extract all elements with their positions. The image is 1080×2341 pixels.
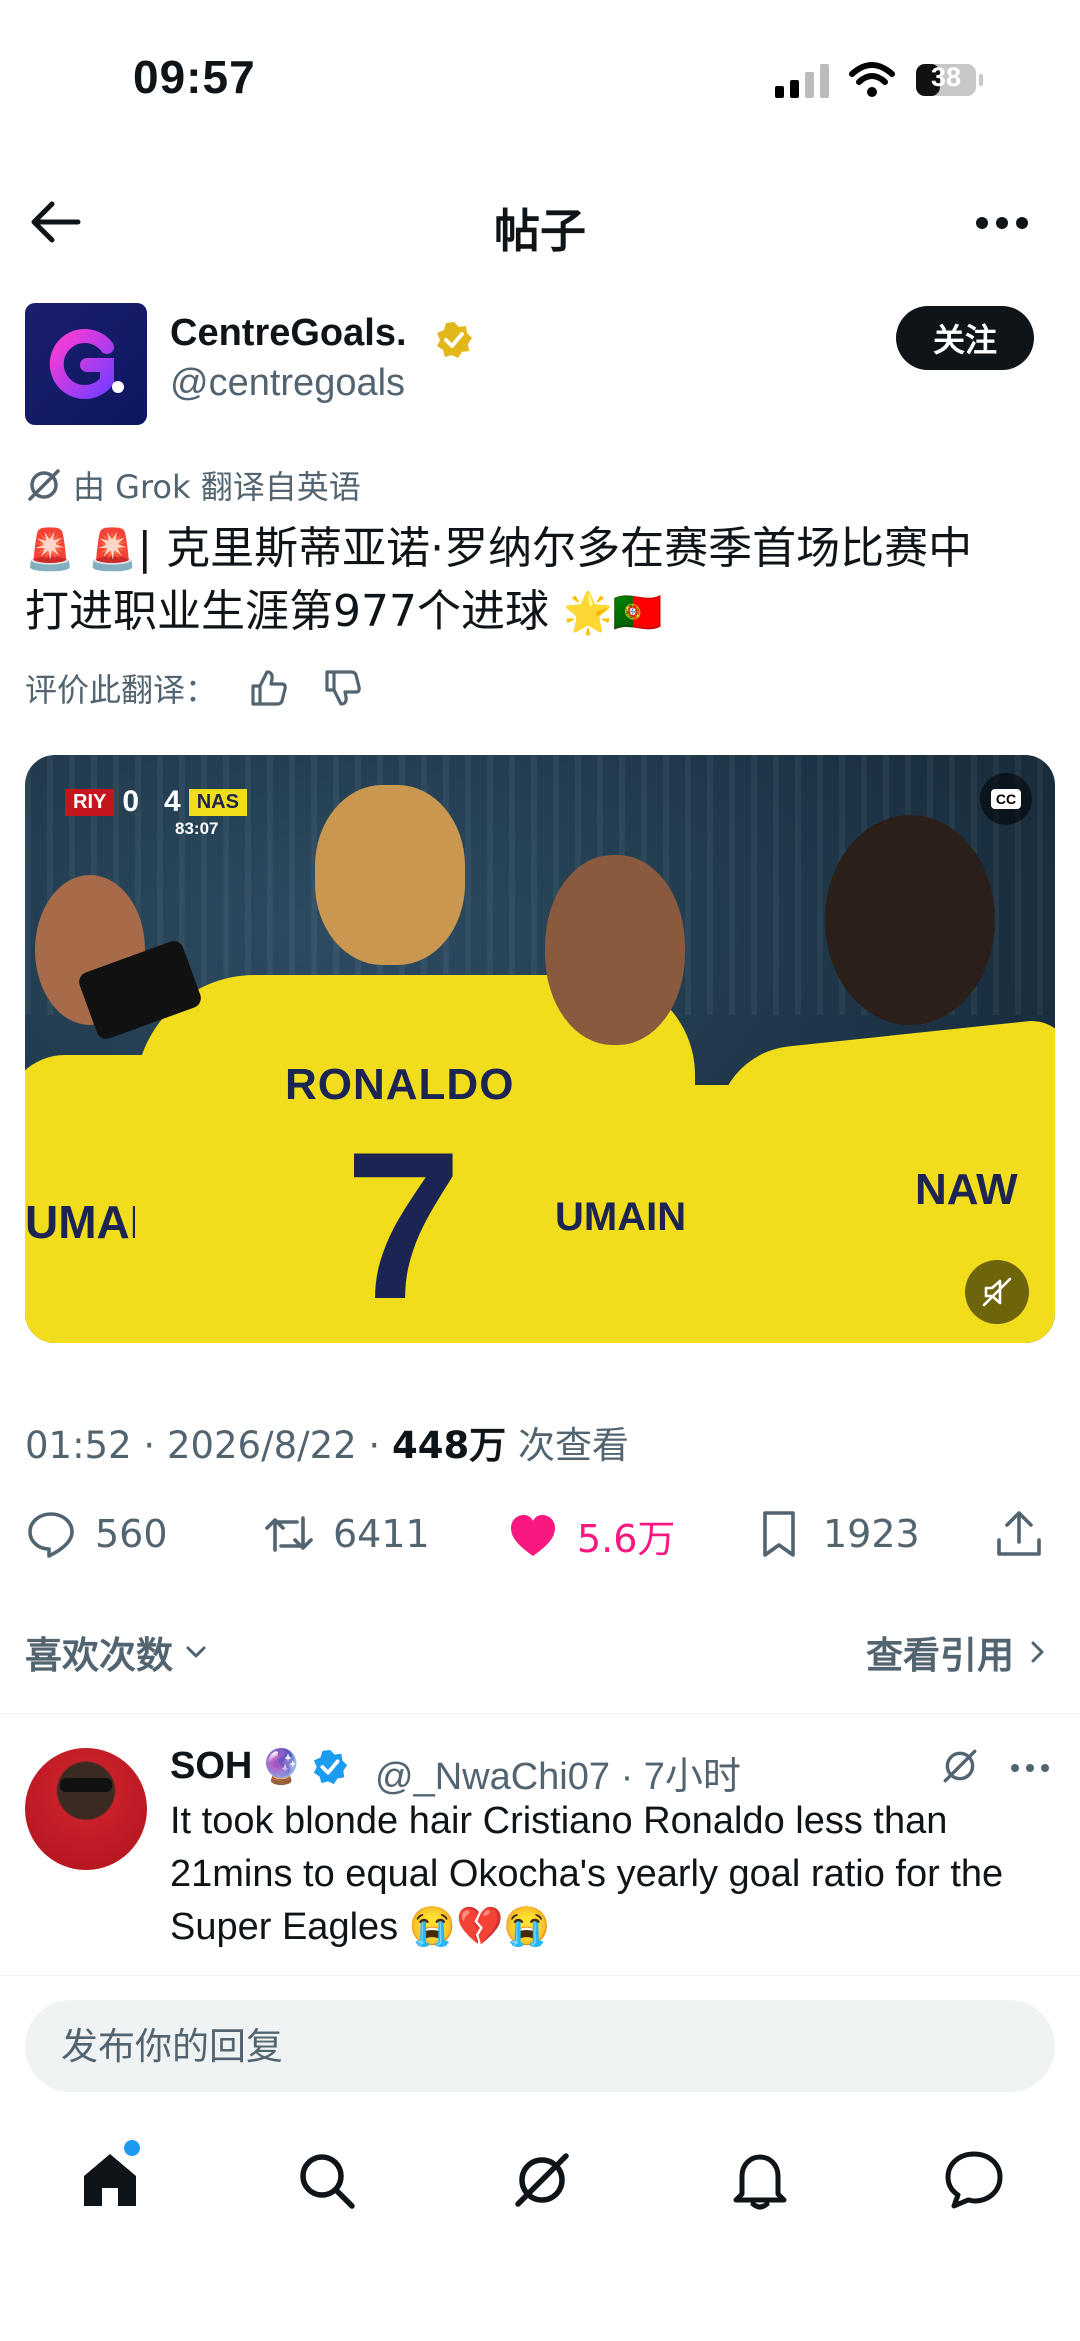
centregoals-logo-icon [49,329,124,399]
translation-note[interactable]: 由 Grok 翻译自英语 [25,462,361,508]
divider [0,1975,1080,1976]
bookmark-button[interactable]: 1923 [753,1508,920,1560]
reply-count: 560 [95,1512,168,1556]
post-video[interactable]: RIY 0 4 NAS 83:07 UMAIN RONALDO 7 UMAIN … [25,755,1055,1343]
reply-avatar[interactable] [25,1748,147,1870]
post-actions: 560 6411 5.6万 1923 [25,1508,1055,1564]
more-icon[interactable] [975,215,1029,231]
verified-gold-icon [437,322,472,358]
likes-dropdown[interactable]: 喜欢次数 [25,1625,211,1679]
bell-icon[interactable] [728,2148,792,2212]
more-icon[interactable] [1010,1762,1050,1774]
mute-icon [982,1277,1012,1307]
post-time: 01:52 [25,1424,132,1467]
repost-count: 6411 [333,1512,430,1556]
like-count: 5.6万 [577,1517,676,1561]
mute-button[interactable] [965,1260,1029,1324]
grok-tab-icon[interactable] [510,2148,574,2212]
reply-author-name[interactable]: SOH 🔮 [170,1745,349,1788]
shirt-middle-name: UMAIN [555,1195,687,1239]
sunglasses [60,1778,112,1792]
translation-note-text: 由 Grok 翻译自英语 [73,468,361,506]
rate-label: 评价此翻译： [25,671,218,709]
scoreboard-home: RIY [65,788,115,816]
repost-button[interactable]: 6411 [263,1508,430,1560]
post-text-line2: 打进职业生涯第977个进球 [25,586,549,637]
share-icon [997,1511,1041,1556]
page-title: 帖子 [494,204,586,258]
heart-icon [511,1514,555,1556]
status-time: 09:57 [133,51,256,103]
star-flag-emoji: 🌟🇵🇹 [562,590,663,636]
reply-icon [28,1512,74,1558]
shirt-name: RONALDO [285,1060,515,1109]
ronaldo-head [315,785,465,965]
repost-icon [265,1516,313,1552]
player-right-head [825,815,995,1025]
scoreboard-time: 83:07 [175,819,219,838]
cc-icon[interactable]: CC [980,773,1032,825]
chevron-down-icon [186,1646,206,1658]
share-button[interactable] [993,1508,1045,1560]
chevron-right-icon [1031,1641,1044,1663]
author-avatar[interactable] [25,303,147,425]
views-count: 448万 [391,1424,507,1467]
reply-name-text: SOH [170,1745,253,1787]
reply-text: It took blonde hair Cristiano Ronaldo le… [170,1800,1004,1948]
battery-level: 38 [930,62,962,92]
author-name[interactable]: CentreGoals. [170,312,407,355]
post-meta: 01:52 · 2026/8/22 · 448万 次查看 [25,1424,629,1467]
battery-indicator: 38 [915,60,985,100]
crystal-ball-emoji: 🔮 [260,1747,303,1786]
post-text: 🚨 🚨| 克里斯蒂亚诺·罗纳尔多在赛季首场比赛中 打进职业生涯第977个进球 🌟… [25,518,1055,644]
grok-icon[interactable] [940,1746,980,1786]
thumbs-up-icon[interactable] [247,666,291,710]
scoreboard-away: NAS [188,788,247,816]
cellular-signal-icon [775,64,829,98]
quotes-label: 查看引用 [866,1634,1014,1677]
likes-label: 喜欢次数 [25,1634,173,1677]
reply-button[interactable]: 560 [25,1508,168,1560]
post-date: 2026/8/22 [166,1424,357,1467]
messages-icon[interactable] [942,2148,1006,2212]
home-notification-dot [124,2140,140,2156]
views-label: 次查看 [517,1424,629,1467]
home-icon[interactable] [78,2148,142,2212]
wifi-icon [849,62,895,97]
rate-translation: 评价此翻译： [25,665,365,711]
siren-emoji: 🚨 🚨 [25,527,138,573]
scoreboard-score: 0 4 [122,785,181,818]
bookmark-icon [763,1511,795,1557]
post-text-line1: | 克里斯蒂亚诺·罗纳尔多在赛季首场比赛中 [137,523,973,574]
reply-handle-time[interactable]: @_NwaChi07 · 7小时 [375,1745,741,1800]
follow-button[interactable]: 关注 [896,306,1034,370]
grok-icon [28,469,60,501]
reply-compose-input[interactable] [25,2000,1055,2092]
verified-blue-icon [313,1749,347,1784]
video-scoreboard: RIY 0 4 NAS [65,785,247,819]
shirt-number: 7 [345,1108,462,1343]
bookmark-count: 1923 [823,1512,920,1556]
like-button[interactable]: 5.6万 [507,1508,675,1563]
search-icon[interactable] [294,2148,358,2212]
divider [0,1713,1080,1714]
player-smiling-head [545,855,685,1045]
author-handle[interactable]: @centregoals [170,362,405,405]
thumbs-down-icon[interactable] [321,666,365,710]
shirt-right-name: NAW [915,1165,1018,1214]
view-quotes-link[interactable]: 查看引用 [866,1625,1052,1679]
cc-label: CC [990,789,1022,809]
